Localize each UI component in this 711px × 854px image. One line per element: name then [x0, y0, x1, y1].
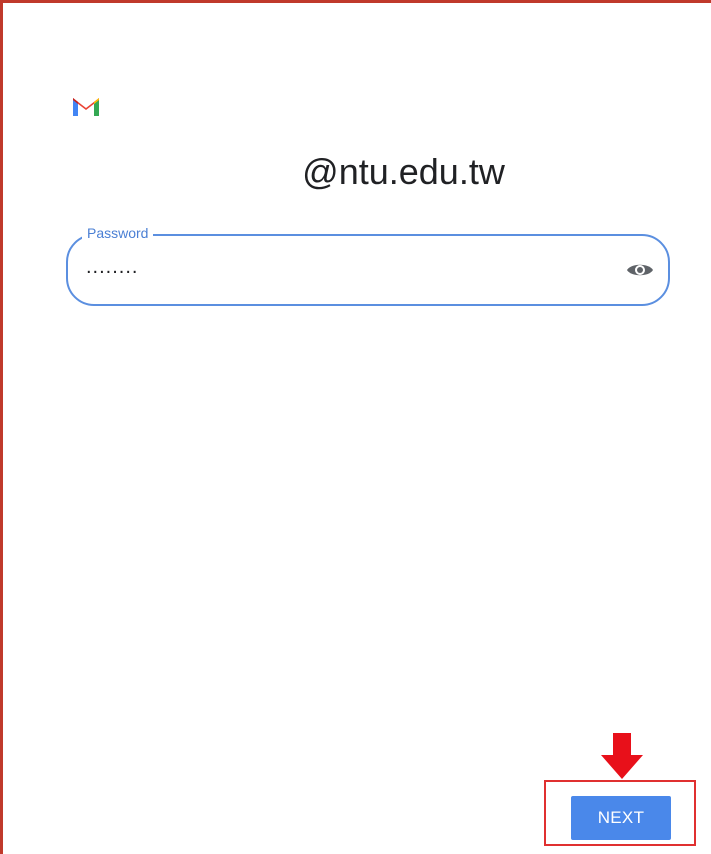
app-frame: @ntu.edu.tw Password ........ NEXT: [0, 0, 711, 854]
arrow-down-icon: [601, 733, 643, 779]
password-input[interactable]: ........: [86, 256, 138, 279]
password-field[interactable]: Password ........: [66, 225, 670, 306]
eye-icon[interactable]: [626, 260, 654, 280]
gmail-logo-icon: [73, 98, 99, 116]
next-button[interactable]: NEXT: [571, 796, 671, 840]
account-email-title: @ntu.edu.tw: [302, 151, 505, 192]
password-label: Password: [82, 225, 154, 241]
